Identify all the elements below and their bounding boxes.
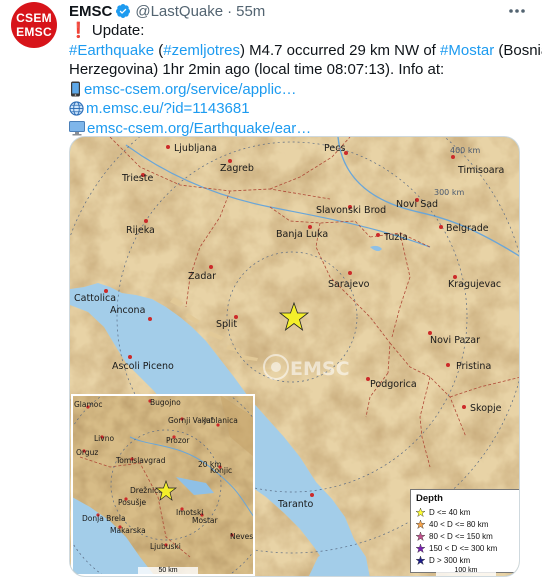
city-trieste: Trieste bbox=[121, 173, 153, 184]
ring-label-400: 400 km bbox=[450, 146, 480, 155]
desktop-computer-icon bbox=[69, 120, 85, 135]
legend-label-3: 80 < D <= 150 km bbox=[429, 531, 493, 541]
display-name[interactable]: EMSC bbox=[69, 3, 112, 20]
city-taranto: Taranto bbox=[277, 499, 314, 510]
tweet[interactable]: CSEM EMSC EMSC @LastQuake · 55m ❗ Update… bbox=[0, 0, 542, 577]
inset-city-bugojno: Bugojno bbox=[150, 398, 181, 407]
avatar-line-2: EMSC bbox=[16, 25, 52, 39]
quake-description: ) M4.7 occurred 29 km NW of bbox=[239, 41, 441, 59]
text-line-5: m.emsc.eu/?id=1143681 bbox=[69, 99, 531, 119]
text-line-3: Herzegovina) 1hr 2min ago (local time 08… bbox=[69, 61, 445, 78]
inset-city-livno: Livno bbox=[94, 434, 114, 443]
legend-title: Depth bbox=[416, 493, 443, 504]
city-slavonski-brod: Slavonski Brod bbox=[316, 205, 386, 216]
star-icon bbox=[416, 507, 425, 517]
hashtag-mostar[interactable]: #Mostar bbox=[440, 42, 494, 59]
city-ascoli: Ascoli Piceno bbox=[112, 361, 174, 372]
city-tuzla: Tuzla bbox=[383, 232, 408, 243]
legend-row-1: D <= 40 km bbox=[416, 506, 514, 518]
inset-city-prozor: Prozor bbox=[166, 436, 190, 445]
star-icon bbox=[416, 531, 425, 541]
inset-city-drezi: Drežnica bbox=[130, 486, 163, 495]
city-timisoara: Timisoara bbox=[457, 165, 504, 176]
city-novi-sad: Novi Sad bbox=[396, 199, 438, 210]
legend-row-2: 40 < D <= 80 km bbox=[416, 518, 514, 530]
city-pecs: Pecs bbox=[324, 143, 345, 154]
hashtag-earthquake[interactable]: #Earthquake bbox=[69, 42, 154, 59]
city-belgrade: Belgrade bbox=[446, 223, 489, 234]
inset-city-makarska: Makarska bbox=[110, 526, 146, 535]
legend-row-5: D > 300 km bbox=[416, 554, 514, 566]
globe-icon bbox=[69, 101, 84, 116]
city-ljubljana: Ljubljana bbox=[174, 143, 217, 154]
timestamp[interactable]: 55m bbox=[236, 3, 265, 20]
more-dots-glyph bbox=[509, 9, 525, 13]
inset-city-orguz: Orguz bbox=[76, 448, 98, 457]
legend-label-2: 40 < D <= 80 km bbox=[429, 519, 489, 529]
tweet-header: EMSC @LastQuake · 55m bbox=[69, 1, 265, 21]
city-banja-luka: Banja Luka bbox=[276, 229, 328, 240]
city-podgorica: Podgorica bbox=[370, 379, 417, 390]
more-dots-icon[interactable] bbox=[506, 2, 528, 20]
city-kragujevac: Kragujevac bbox=[448, 279, 501, 290]
inset-ring-label: 20 km bbox=[198, 460, 222, 469]
hashtag-zemljotres[interactable]: #zemljotres bbox=[163, 42, 240, 59]
city-pristina: Pristina bbox=[456, 361, 491, 372]
inset-city-ljubuski: Ljubuski bbox=[150, 542, 181, 551]
watermark-text: EMSC bbox=[290, 358, 350, 380]
separator-dot: · bbox=[227, 2, 233, 20]
country-start: (Bosnia & bbox=[498, 41, 542, 59]
scale-bar-main: 100 km bbox=[436, 567, 496, 576]
inset-city-tomislavgrad: Tomislavgrad bbox=[115, 456, 166, 465]
earthquake-map-image[interactable]: 400 km 300 km Ljubljana Pecs Timisoara T… bbox=[69, 136, 520, 577]
handle[interactable]: @LastQuake bbox=[135, 3, 223, 20]
city-zadar: Zadar bbox=[188, 271, 216, 282]
inset-city-posusje: Posušje bbox=[118, 498, 146, 507]
avatar[interactable]: CSEM EMSC bbox=[11, 2, 57, 48]
inset-city-glamoc: Glamoc bbox=[74, 400, 103, 409]
text-line-1: ❗ Update: bbox=[69, 21, 531, 41]
link-web[interactable]: emsc-csem.org/Earthquake/ear… bbox=[87, 120, 311, 137]
legend-label-1: D <= 40 km bbox=[429, 507, 471, 517]
verified-badge-icon bbox=[116, 4, 131, 19]
inset-city-nevesinje: Neves bbox=[230, 532, 253, 541]
link-mobile[interactable]: m.emsc.eu/?id=1143681 bbox=[86, 100, 250, 117]
text-line-2: #Earthquake (#zemljotres) M4.7 occurred … bbox=[69, 41, 542, 61]
city-sarajevo: Sarajevo bbox=[328, 279, 370, 290]
update-label: Update: bbox=[87, 22, 145, 39]
ring-label-300: 300 km bbox=[434, 188, 464, 197]
city-rijeka: Rijeka bbox=[126, 225, 155, 236]
avatar-line-1: CSEM bbox=[16, 11, 52, 25]
paren-open: ( bbox=[154, 41, 164, 59]
city-zagreb: Zagreb bbox=[220, 163, 254, 174]
legend-row-3: 80 < D <= 150 km bbox=[416, 530, 514, 542]
mobile-phone-icon bbox=[71, 81, 80, 96]
link-app[interactable]: emsc-csem.org/service/applic… bbox=[84, 81, 297, 98]
city-split: Split bbox=[216, 319, 237, 330]
city-ancona: Ancona bbox=[110, 305, 145, 316]
star-icon bbox=[416, 555, 425, 565]
exclamation-icon: ❗ bbox=[69, 22, 88, 39]
legend-label-5: D > 300 km bbox=[429, 555, 471, 565]
city-skopje: Skopje bbox=[470, 403, 502, 414]
city-cattolica: Cattolica bbox=[74, 293, 116, 304]
scale-bar-inset: 50 km bbox=[138, 567, 198, 576]
depth-legend: Depth D <= 40 km 40 < D <= 80 km 80 < D … bbox=[410, 489, 519, 573]
inset-city-mostar: Mostar bbox=[192, 516, 219, 525]
legend-row-4: 150 < D <= 300 km bbox=[416, 542, 514, 554]
star-icon bbox=[416, 543, 425, 553]
inset-city-donja-brela: Donja Brela bbox=[82, 514, 126, 523]
inset-city-jablanica: Jablanica bbox=[203, 416, 238, 425]
star-icon bbox=[416, 519, 425, 529]
tweet-text: ❗ Update: #Earthquake (#zemljotres) M4.7… bbox=[69, 21, 542, 138]
legend-label-4: 150 < D <= 300 km bbox=[429, 543, 498, 553]
text-line-4: emsc-csem.org/service/applic… bbox=[69, 80, 531, 100]
city-novi-pazar: Novi Pazar bbox=[430, 335, 480, 346]
